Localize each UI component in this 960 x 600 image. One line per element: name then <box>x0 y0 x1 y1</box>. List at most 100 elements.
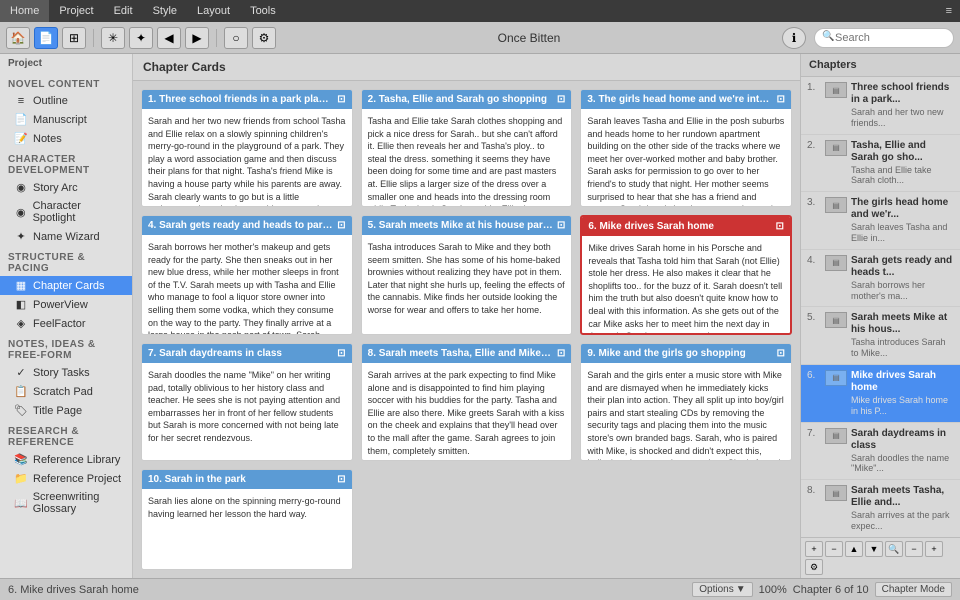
toolbar-icon-5[interactable]: ✦ <box>129 27 153 49</box>
project-label: Project <box>0 54 132 73</box>
card-icon-2[interactable]: ⊡ <box>557 94 565 105</box>
card-icon-4[interactable]: ⊡ <box>337 220 345 231</box>
card-body-2: Tasha and Ellie take Sarah clothes shopp… <box>362 109 572 207</box>
panel-btn-settings[interactable]: ⚙ <box>805 559 823 575</box>
card-title-7: 7. Sarah daydreams in class <box>148 348 333 359</box>
card-header-1: 1. Three school friends in a park playgr… <box>142 90 352 109</box>
card-body-1: Sarah and her two new friends from schoo… <box>142 109 352 207</box>
card-icon-1[interactable]: ⊡ <box>337 94 345 105</box>
toolbar-icon-1[interactable]: 🏠 <box>6 27 30 49</box>
menu-style[interactable]: Style <box>143 0 187 22</box>
toolbar-icon-4[interactable]: ✳ <box>101 27 125 49</box>
chapter-thumb-7: ▤ <box>825 428 847 444</box>
sidebar-item-notes[interactable]: 📝 Notes <box>0 129 132 148</box>
chapter-item-7[interactable]: 7.▤Sarah daydreams in classSarah doodles… <box>801 423 960 481</box>
chapter-item-1[interactable]: 1.▤Three school friends in a park...Sara… <box>801 77 960 135</box>
chapter-item-3[interactable]: 3.▤The girls head home and we'r...Sarah … <box>801 192 960 250</box>
chapter-title-6: Mike drives Sarah home <box>851 370 954 394</box>
sidebar-label-notes: Notes <box>33 133 62 145</box>
chapter-counter: Chapter 6 of 10 <box>793 584 869 596</box>
card-icon-3[interactable]: ⊡ <box>777 94 785 105</box>
card-icon-7[interactable]: ⊡ <box>337 348 345 359</box>
sidebar-item-character-spotlight[interactable]: ◉ Character Spotlight <box>0 197 132 227</box>
tasks-icon: ✓ <box>14 366 28 379</box>
card-icon-10[interactable]: ⊡ <box>337 474 345 485</box>
card-10[interactable]: 10. Sarah in the park⊡Sarah lies alone o… <box>141 469 353 570</box>
menu-home[interactable]: Home <box>0 0 49 22</box>
panel-btn-up[interactable]: ▲ <box>845 541 863 557</box>
card-icon-8[interactable]: ⊡ <box>557 348 565 359</box>
sidebar: Project NOVEL CONTENT ≡ Outline 📄 Manusc… <box>0 54 133 578</box>
toolbar-icon-8[interactable]: ○ <box>224 27 248 49</box>
main-area: Project NOVEL CONTENT ≡ Outline 📄 Manusc… <box>0 54 960 578</box>
sidebar-item-powerview[interactable]: ◧ PowerView <box>0 295 132 314</box>
panel-btn-down[interactable]: ▼ <box>865 541 883 557</box>
options-btn[interactable]: Options ▼ <box>692 582 752 597</box>
card-title-10: 10. Sarah in the park <box>148 474 333 485</box>
chapter-thumb-5: ▤ <box>825 312 847 328</box>
card-6[interactable]: 6. Mike drives Sarah home⊡Mike drives Sa… <box>580 215 792 335</box>
panel-btn-zoom-in[interactable]: + <box>925 541 943 557</box>
card-7[interactable]: 7. Sarah daydreams in class⊡Sarah doodle… <box>141 343 353 461</box>
toolbar-icon-6[interactable]: ◀ <box>157 27 181 49</box>
menu-tools[interactable]: Tools <box>240 0 286 22</box>
sidebar-item-manuscript[interactable]: 📄 Manuscript <box>0 110 132 129</box>
card-body-8: Sarah arrives at the park expecting to f… <box>362 363 572 461</box>
card-icon-5[interactable]: ⊡ <box>557 220 565 231</box>
sidebar-item-reference-project[interactable]: 📁 Reference Project <box>0 469 132 488</box>
sidebar-label-storyarc: Story Arc <box>33 182 78 194</box>
card-1[interactable]: 1. Three school friends in a park playgr… <box>141 89 353 207</box>
wizard-icon: ✦ <box>14 230 28 243</box>
menu-edit[interactable]: Edit <box>104 0 143 22</box>
card-8[interactable]: 8. Sarah meets Tasha, Ellie and Mike in … <box>361 343 573 461</box>
card-header-5: 5. Sarah meets Mike at his house party a… <box>362 216 572 235</box>
notes-icon: 📝 <box>14 132 28 145</box>
chapter-num-2: 2. <box>807 140 821 151</box>
zoom-label: 100% <box>759 584 787 596</box>
search-input[interactable] <box>814 28 954 48</box>
sidebar-item-storyarc[interactable]: ◉ Story Arc <box>0 178 132 197</box>
sidebar-item-story-tasks[interactable]: ✓ Story Tasks <box>0 363 132 382</box>
chapter-item-2[interactable]: 2.▤Tasha, Ellie and Sarah go sho...Tasha… <box>801 135 960 193</box>
toolbar-icon-7[interactable]: ▶ <box>185 27 209 49</box>
chapter-item-5[interactable]: 5.▤Sarah meets Mike at his hous...Tasha … <box>801 307 960 365</box>
chapter-mode-btn[interactable]: Chapter Mode <box>875 582 952 597</box>
sidebar-item-name-wizard[interactable]: ✦ Name Wizard <box>0 227 132 246</box>
card-4[interactable]: 4. Sarah gets ready and heads to party w… <box>141 215 353 335</box>
card-5[interactable]: 5. Sarah meets Mike at his house party a… <box>361 215 573 335</box>
sidebar-item-chapter-cards[interactable]: ▦ Chapter Cards <box>0 276 132 295</box>
toolbar-icon-2[interactable]: 📄 <box>34 27 58 49</box>
sidebar-item-title-page[interactable]: 🏷 Title Page <box>0 401 132 420</box>
chapter-thumb-8: ▤ <box>825 485 847 501</box>
info-button[interactable]: ℹ <box>782 27 806 49</box>
card-2[interactable]: 2. Tasha, Ellie and Sarah go shopping⊡Ta… <box>361 89 573 207</box>
section-research: RESEARCH & REFERENCE <box>0 420 132 450</box>
chapter-item-4[interactable]: 4.▤Sarah gets ready and heads t...Sarah … <box>801 250 960 308</box>
card-icon-6[interactable]: ⊡ <box>776 221 784 232</box>
card-9[interactable]: 9. Mike and the girls go shopping⊡Sarah … <box>580 343 792 461</box>
status-bar: 6. Mike drives Sarah home Options ▼ 100%… <box>0 578 960 600</box>
character-icon: ◉ <box>14 206 28 219</box>
card-title-8: 8. Sarah meets Tasha, Ellie and Mike in … <box>368 348 553 359</box>
sidebar-item-outline[interactable]: ≡ Outline <box>0 92 132 110</box>
toolbar-icon-9[interactable]: ⚙ <box>252 27 276 49</box>
menu-project[interactable]: Project <box>49 0 103 22</box>
chapter-text-2: Tasha, Ellie and Sarah go sho...Tasha an… <box>851 140 954 187</box>
sidebar-item-reference-library[interactable]: 📚 Reference Library <box>0 450 132 469</box>
panel-btn-search[interactable]: 🔍 <box>885 541 903 557</box>
panel-btn-add[interactable]: + <box>805 541 823 557</box>
chapter-item-6[interactable]: 6.▤Mike drives Sarah homeMike drives Sar… <box>801 365 960 423</box>
sidebar-item-screenwriting[interactable]: 📖 Screenwriting Glossary <box>0 488 132 518</box>
panel-btn-minus[interactable]: − <box>825 541 843 557</box>
sidebar-label-manuscript: Manuscript <box>33 114 87 126</box>
card-icon-9[interactable]: ⊡ <box>777 348 785 359</box>
card-3[interactable]: 3. The girls head home and we're introdu… <box>580 89 792 207</box>
sidebar-label-ref-project: Reference Project <box>33 473 121 485</box>
sidebar-item-feelfactor[interactable]: ◈ FeelFactor <box>0 314 132 333</box>
panel-btn-zoom-out[interactable]: − <box>905 541 923 557</box>
sidebar-item-scratch-pad[interactable]: 📋 Scratch Pad <box>0 382 132 401</box>
menu-layout[interactable]: Layout <box>187 0 240 22</box>
chapter-item-8[interactable]: 8.▤Sarah meets Tasha, Ellie and...Sarah … <box>801 480 960 537</box>
card-body-6: Mike drives Sarah home in his Porsche an… <box>582 236 790 335</box>
toolbar-icon-3[interactable]: ⊞ <box>62 27 86 49</box>
